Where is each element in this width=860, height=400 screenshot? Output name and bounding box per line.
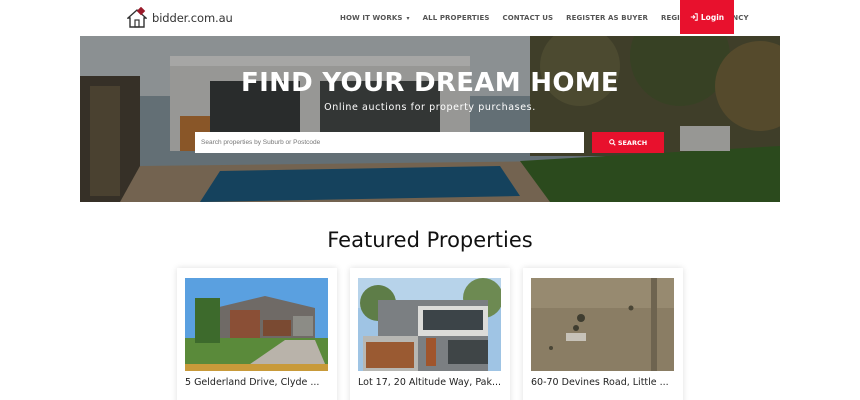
hero-overlay [80,36,780,202]
menu-register-buyer[interactable]: REGISTER AS BUYER [566,14,648,22]
logo-text: bidder.com.au [152,11,233,25]
menu-how-it-works[interactable]: HOW IT WORKS ▾ [340,14,410,22]
top-navbar: bidder.com.au HOW IT WORKS ▾ ALL PROPERT… [0,0,860,36]
menu-register-buyer-label: REGISTER AS BUYER [566,14,648,22]
hero-title: FIND YOUR DREAM HOME [241,68,619,98]
search-button[interactable]: SEARCH [592,132,664,153]
hero-banner: FIND YOUR DREAM HOME Online auctions for… [80,36,780,202]
menu-contact-us[interactable]: CONTACT US [502,14,553,22]
property-photo [185,278,328,371]
property-address[interactable]: Lot 17, 20 Altitude Way, Pak... [358,377,501,388]
login-label: Login [700,12,725,22]
login-button[interactable]: Login [680,0,734,34]
chevron-down-icon: ▾ [406,14,410,22]
featured-title: Featured Properties [327,228,533,252]
property-address[interactable]: 60-70 Devines Road, Little ... [531,377,669,388]
menu-how-it-works-label: HOW IT WORKS [340,14,403,22]
property-photo [358,278,501,371]
property-address[interactable]: 5 Gelderland Drive, Clyde ... [185,377,319,388]
site-logo[interactable]: bidder.com.au [127,7,233,29]
search-input[interactable] [195,132,584,153]
menu-all-properties[interactable]: ALL PROPERTIES [423,14,490,22]
property-photo [531,278,674,371]
menu-contact-us-label: CONTACT US [502,14,554,22]
sign-in-icon [690,13,698,21]
search-button-label: SEARCH [617,138,648,147]
house-logo-icon [127,7,147,28]
search-icon [608,139,616,146]
hero-subtitle: Online auctions for property purchases. [324,102,536,113]
menu-all-properties-label: ALL PROPERTIES [422,14,490,22]
